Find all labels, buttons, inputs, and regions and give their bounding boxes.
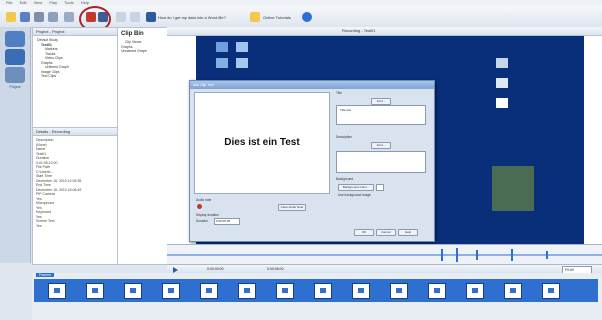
text-preview: Dies ist ein Test <box>194 92 330 194</box>
dialog-title: Add Clip Text <box>190 81 434 89</box>
menu-edit[interactable]: Edit <box>20 0 27 5</box>
duration-label: Duration <box>196 219 209 223</box>
cancel-button[interactable]: Cancel <box>376 229 396 236</box>
play-icon[interactable] <box>64 12 74 22</box>
help-button[interactable]: Help <box>398 229 418 236</box>
desktop-icon <box>496 98 508 108</box>
save-icon[interactable] <box>20 12 30 22</box>
background-image-checkbox[interactable]: Use background image <box>338 193 371 197</box>
left-rail: Project <box>0 27 31 263</box>
clip-time: 0:00:05:00 <box>267 267 284 271</box>
info-icon[interactable] <box>302 12 312 22</box>
display-duration-label: Display duration <box>196 213 219 217</box>
help-link-word[interactable]: How do I get my data into a Word file? <box>158 15 226 20</box>
audio-waveform <box>167 248 602 262</box>
clear-audio-button[interactable]: Clear Audio Note <box>278 204 306 211</box>
frame-thumbnail[interactable] <box>48 283 66 299</box>
background-label: Background <box>336 177 354 181</box>
webcam-video <box>492 166 534 211</box>
frame-thumbnail[interactable] <box>466 283 484 299</box>
title-value: Title text <box>340 108 352 112</box>
menu-tools[interactable]: Tools <box>64 0 73 5</box>
word-doc-icon[interactable] <box>146 12 156 22</box>
frame-thumbnail[interactable] <box>542 283 560 299</box>
clip-text-dialog: Add Clip Text Dies ist ein Test Title Fo… <box>189 80 435 242</box>
frame-thumbnail[interactable] <box>352 283 370 299</box>
open-folder-icon[interactable] <box>6 12 16 22</box>
desktop-icon <box>236 58 248 68</box>
frame-thumbnail[interactable] <box>162 283 180 299</box>
online-tutorials-link[interactable]: Online Tutorials <box>263 15 291 20</box>
frame-thumbnail[interactable] <box>390 283 408 299</box>
canvas-header: Recording - Test01 <box>167 27 602 36</box>
menu-play[interactable]: Play <box>49 0 57 5</box>
canvas-title: Recording - Test01 <box>342 28 376 33</box>
redo-icon[interactable] <box>48 12 58 22</box>
lightbulb-icon <box>250 12 260 22</box>
description-label: Description <box>336 135 352 139</box>
frame-thumbnail[interactable] <box>124 283 142 299</box>
details-panel: Details - Recording Description (None) N… <box>32 127 118 265</box>
duration-input[interactable]: 0:00:05.00 <box>214 218 240 225</box>
desktop-icon <box>216 42 228 52</box>
desktop-icon <box>216 58 228 68</box>
title-textbox[interactable]: Title text <box>336 105 426 125</box>
preview-text: Dies ist ein Test <box>224 137 300 148</box>
duration-value: 0:00:05.00 <box>216 219 231 223</box>
menu-file[interactable]: File <box>6 0 12 5</box>
record-audio-icon[interactable] <box>197 204 202 209</box>
ok-button[interactable]: OK <box>354 229 374 236</box>
undo-icon[interactable] <box>34 12 44 22</box>
frame-thumbnail[interactable] <box>276 283 294 299</box>
description-textbox[interactable] <box>336 151 426 173</box>
timeline[interactable] <box>167 244 602 265</box>
description-font-button[interactable]: Font... <box>371 142 391 149</box>
rail-label-project[interactable]: Project <box>2 85 28 89</box>
frame-thumbnail[interactable] <box>314 283 332 299</box>
graph-view-icon[interactable] <box>5 49 25 65</box>
project-panel: Project - Project Default Study Test01 M… <box>32 27 118 128</box>
desktop-icon <box>496 58 508 68</box>
clip-bin-title: Clip Bin <box>121 31 144 37</box>
current-time: 0:00:00:00 <box>207 267 224 271</box>
prop-value: Yes <box>36 223 42 228</box>
project-tab-icon[interactable] <box>5 67 25 83</box>
frame-thumbnail[interactable] <box>200 283 218 299</box>
menu-help[interactable]: Help <box>81 0 89 5</box>
clip-bin-item[interactable]: Unnamed Graph <box>121 49 167 54</box>
frames-filmstrip[interactable] <box>34 279 598 302</box>
grid-icon[interactable] <box>116 12 126 22</box>
layout-icon[interactable] <box>130 12 140 22</box>
clip-bin-panel: Clip Bin Clip Views Graphs Unnamed Graph <box>117 27 168 265</box>
project-panel-title: Project - Project <box>33 28 117 36</box>
background-color-button[interactable]: Background Color... <box>338 184 374 191</box>
title-font-button[interactable]: Font... <box>371 98 391 105</box>
background-color-swatch[interactable] <box>376 184 384 191</box>
frame-thumbnail[interactable] <box>238 283 256 299</box>
desktop-icon <box>236 42 248 52</box>
details-panel-title: Details - Recording <box>33 128 117 136</box>
frame-thumbnail[interactable] <box>428 283 446 299</box>
tree-item[interactable]: Text Clips <box>37 74 117 79</box>
project-icon[interactable] <box>5 31 25 47</box>
audio-note-label: Audio note <box>196 198 212 202</box>
desktop-icon <box>496 78 508 88</box>
frame-thumbnail[interactable] <box>504 283 522 299</box>
menu-view[interactable]: View <box>34 0 43 5</box>
frame-thumbnail[interactable] <box>86 283 104 299</box>
title-label: Title <box>336 91 342 95</box>
track-label[interactable]: Frames <box>36 273 54 277</box>
